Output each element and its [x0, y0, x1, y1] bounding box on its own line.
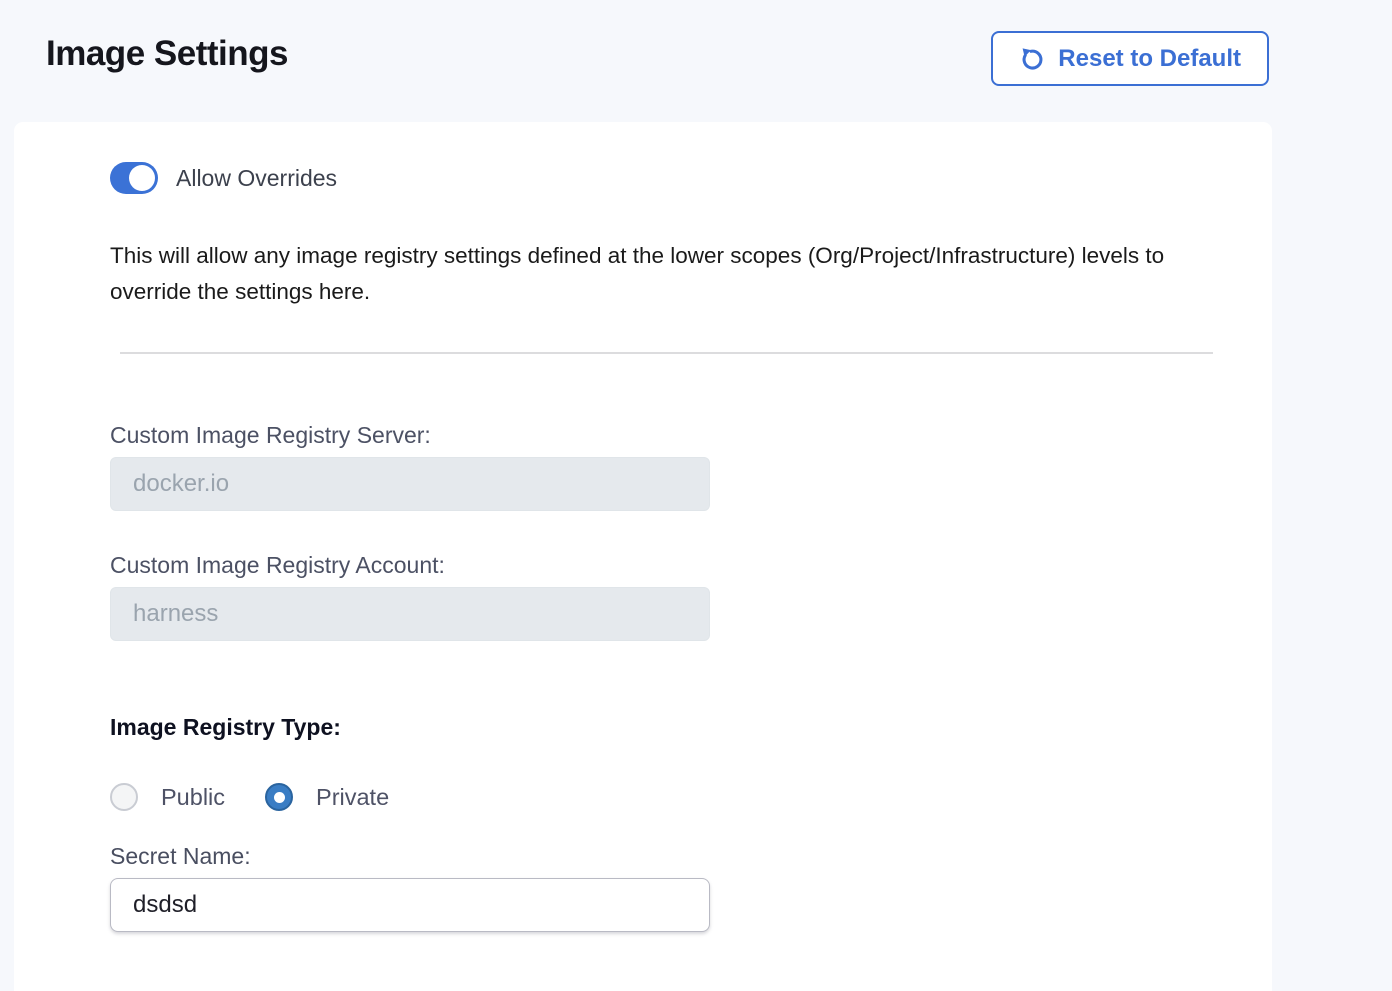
custom-registry-server-label: Custom Image Registry Server: [110, 422, 1226, 448]
custom-registry-account-label: Custom Image Registry Account: [110, 552, 1226, 578]
reset-button-label: Reset to Default [1058, 45, 1241, 73]
image-settings-card: Allow Overrides This will allow any imag… [14, 122, 1272, 991]
image-registry-type-radio-group: Public Private [110, 783, 1226, 811]
secret-name-label: Secret Name: [110, 843, 1226, 869]
radio-private-icon [265, 783, 293, 811]
radio-option-public[interactable]: Public [110, 783, 225, 811]
radio-public-icon [110, 783, 138, 811]
toggle-knob [129, 165, 155, 191]
radio-public-label: Public [161, 784, 225, 811]
radio-option-private[interactable]: Private [265, 783, 389, 811]
allow-overrides-toggle[interactable] [110, 162, 158, 194]
image-registry-type-label: Image Registry Type: [110, 713, 1226, 741]
overrides-description: This will allow any image registry setti… [110, 238, 1225, 310]
custom-registry-account-input [110, 587, 710, 641]
secret-name-input[interactable] [110, 878, 710, 932]
custom-registry-server-input [110, 457, 710, 511]
page-title: Image Settings [46, 34, 288, 74]
reset-to-default-button[interactable]: Reset to Default [991, 31, 1269, 86]
radio-private-label: Private [316, 784, 389, 811]
allow-overrides-label: Allow Overrides [176, 165, 337, 192]
reset-ccw-arrow-icon [1019, 45, 1046, 72]
section-divider [120, 352, 1213, 354]
allow-overrides-row: Allow Overrides [110, 162, 1226, 194]
